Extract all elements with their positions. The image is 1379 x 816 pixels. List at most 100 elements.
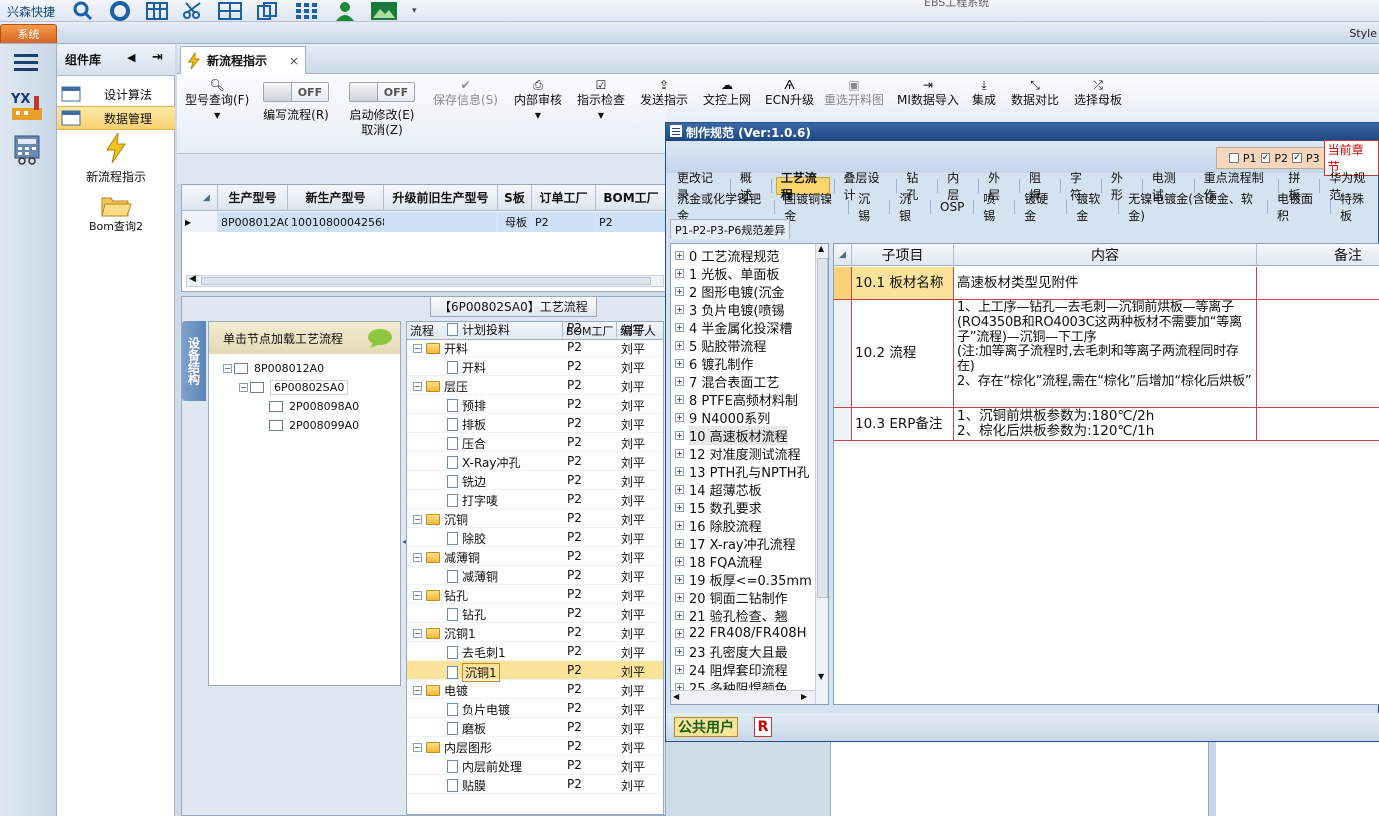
chapter-tab[interactable]: 沉金或化学镍钯金 <box>672 192 770 223</box>
expand-icon[interactable]: + <box>675 304 684 314</box>
toc-item[interactable]: +16 除胶流程 <box>675 516 762 535</box>
table-row[interactable]: − 层压 P2 刘平 <box>407 376 663 395</box>
toggle-switch[interactable]: OFF <box>263 82 329 102</box>
table-cell[interactable] <box>1257 408 1379 440</box>
table-cell[interactable]: 10.1 板材名称 <box>852 267 954 299</box>
table-cell[interactable]: 1、沉铜前烘板参数为:180℃/2h 2、棕化后烘板参数为:120℃/1h <box>954 408 1257 440</box>
internal-review-button[interactable]: ⎙ 内部审核 ▼ <box>514 78 562 123</box>
calculator-icon[interactable] <box>12 134 46 166</box>
toc-item[interactable]: +21 验孔检查、翘 <box>675 606 788 625</box>
table-cell[interactable]: 刘平 <box>621 625 645 642</box>
data-compare-button[interactable]: ⤡ 数据对比 <box>1011 78 1059 108</box>
toc-item[interactable]: +23 孔密度大且最 <box>675 642 788 661</box>
chapter-tab[interactable]: 沉银 <box>894 192 926 223</box>
table-cell[interactable]: P2 <box>567 530 582 544</box>
table-icon[interactable] <box>146 2 169 20</box>
table-row[interactable]: 钻孔 P2 刘平 <box>407 604 663 623</box>
expand-icon[interactable]: + <box>675 556 684 566</box>
flow-name-cell[interactable]: 打字唛 <box>447 492 498 509</box>
scrollbar-thumb[interactable] <box>201 277 651 285</box>
toggle-switch[interactable]: OFF <box>349 82 415 102</box>
enable-modify-toggle[interactable]: OFF 启动修改(E) 取消(Z) <box>349 82 415 138</box>
expand-icon[interactable]: + <box>675 394 684 404</box>
close-icon[interactable]: × <box>289 54 299 68</box>
expand-icon[interactable]: + <box>675 610 684 620</box>
flow-name-cell[interactable]: − 层压 <box>413 378 468 395</box>
toc-item[interactable]: +5 贴胶带流程 <box>675 336 766 355</box>
save-info-button[interactable]: ✔ 保存信息(S) <box>433 78 498 108</box>
table-cell[interactable]: 刘平 <box>621 606 645 623</box>
flow-name-cell[interactable]: 钻孔 <box>447 606 486 623</box>
table-cell[interactable]: P2 <box>567 568 582 582</box>
column-header[interactable]: 生产型号 <box>218 185 288 211</box>
p1-checkbox[interactable] <box>1229 153 1239 163</box>
toc-item[interactable]: +4 半金属化投深槽 <box>675 318 792 337</box>
pin-icon[interactable]: ⇥ <box>152 50 163 65</box>
table-row[interactable]: 计划投料 P2 刘平 <box>407 322 663 338</box>
table-cell[interactable]: 刘平 <box>621 530 645 547</box>
flow-name-cell[interactable]: 内层前处理 <box>447 758 522 775</box>
scroll-up-icon[interactable]: ▲ <box>818 244 824 253</box>
reselect-image-button[interactable]: ▣ 重选开料图 <box>824 78 884 108</box>
table-cell[interactable]: P2 <box>567 322 582 335</box>
table-cell[interactable]: 刘平 <box>621 663 645 680</box>
dialog-title-bar[interactable]: 制作规范 (Ver:1.0.6) <box>666 123 1379 141</box>
collapse-icon[interactable]: − <box>413 629 422 638</box>
table-cell[interactable]: 刘平 <box>621 435 645 452</box>
table-cell[interactable]: P2 <box>567 340 582 354</box>
toc-item[interactable]: +17 X-ray冲孔流程 <box>675 534 796 553</box>
expand-icon[interactable]: + <box>675 646 684 656</box>
tab-system[interactable]: 系统 <box>0 24 57 43</box>
table-cell[interactable]: 刘平 <box>621 359 645 376</box>
table-cell[interactable]: P2 <box>567 587 582 601</box>
expand-icon[interactable]: + <box>675 520 684 530</box>
table-cell[interactable]: P2 <box>567 416 582 430</box>
row-indicator[interactable] <box>834 267 852 299</box>
expand-icon[interactable]: + <box>675 250 684 260</box>
table-cell[interactable]: 1、上工序—钻孔—去毛刺—沉铜前烘板—等离子(RO4350B和RO4003C这两… <box>954 300 1257 407</box>
table-row[interactable]: − 沉铜1 P2 刘平 <box>407 623 663 642</box>
cancel-label[interactable]: 取消(Z) <box>361 123 403 138</box>
expand-icon[interactable]: + <box>675 574 684 584</box>
table-cell[interactable]: P2 <box>567 758 582 772</box>
toc-item[interactable]: +7 混合表面工艺 <box>675 372 779 391</box>
table-cell[interactable]: 刘平 <box>621 701 645 718</box>
flow-name-cell[interactable]: 贴膜 <box>447 777 486 794</box>
column-header[interactable]: BOM工厂 <box>596 185 667 211</box>
chapter-tab[interactable]: 无镍电镀金(含硬金、软金) <box>1123 192 1263 223</box>
table-cell[interactable]: 10010800042568 <box>288 212 389 232</box>
expand-icon[interactable]: + <box>675 664 684 674</box>
flow-name-cell[interactable]: − 电镀 <box>413 682 468 699</box>
scroll-down-icon[interactable]: ▼ <box>818 672 824 681</box>
flow-name-cell[interactable]: − 开料 <box>413 340 468 357</box>
flow-name-cell[interactable]: − 内层图形 <box>413 739 492 756</box>
table-cell[interactable]: 刘平 <box>621 340 645 357</box>
table-cell[interactable]: P2 <box>567 473 582 487</box>
flow-name-cell[interactable]: 排板 <box>447 416 486 433</box>
toc-item[interactable]: +3 负片电镀(喷锡 <box>675 300 784 319</box>
expand-icon[interactable]: + <box>675 502 684 512</box>
flow-name-cell[interactable]: 负片电镀 <box>447 701 510 718</box>
expand-icon[interactable]: + <box>675 538 684 548</box>
toc-hscrollbar[interactable]: ◀ ▶ <box>671 690 815 704</box>
toc-item[interactable]: +14 超薄芯板 <box>675 480 762 499</box>
table-cell[interactable]: 高速板材类型见附件 <box>954 267 1257 299</box>
chapter-tab[interactable]: 镀硬金 <box>1019 192 1062 223</box>
table-cell[interactable]: 刘平 <box>621 397 645 414</box>
table-cell[interactable]: 刘平 <box>621 549 645 566</box>
table-row[interactable]: − 沉铜 P2 刘平 <box>407 509 663 528</box>
row-indicator[interactable] <box>834 408 852 440</box>
expand-icon[interactable]: + <box>675 628 684 638</box>
tree-node[interactable]: −8P008012A0 <box>223 360 324 377</box>
table-row[interactable]: 铣边 P2 刘平 <box>407 471 663 490</box>
tree-node[interactable]: 2P008098A0 <box>269 398 359 415</box>
table-cell[interactable]: P2 <box>567 682 582 696</box>
table-cell[interactable]: P2 <box>567 701 582 715</box>
table-row[interactable]: 压合 P2 刘平 <box>407 433 663 452</box>
table-row[interactable]: 排板 P2 刘平 <box>407 414 663 433</box>
collapse-icon[interactable]: − <box>413 743 422 752</box>
flow-name-cell[interactable]: 计划投料 <box>447 322 510 338</box>
chapter-tab[interactable]: 内层 <box>942 171 974 202</box>
toc-item[interactable]: +19 板厚<=0.35mm <box>675 570 812 589</box>
table-row[interactable]: 10.3 ERP备注 1、沉铜前烘板参数为:180℃/2h 2、棕化后烘板参数为… <box>834 408 1379 441</box>
